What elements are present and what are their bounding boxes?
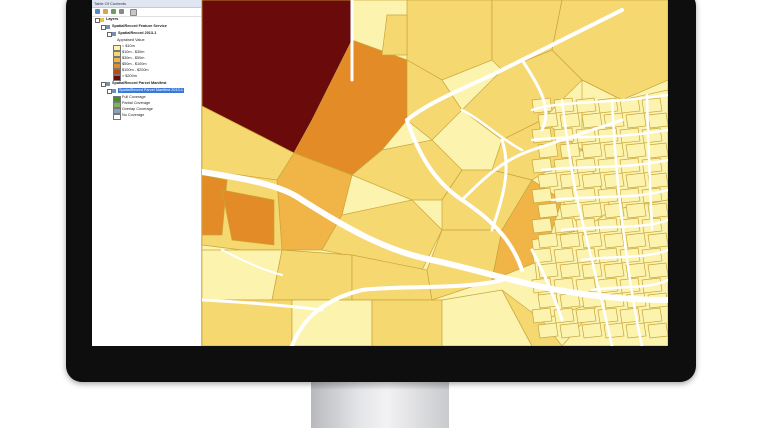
toc-item[interactable]: SpatialRecord Parcel Manifest bbox=[92, 81, 200, 87]
small-parcel[interactable] bbox=[625, 112, 647, 129]
small-parcel[interactable] bbox=[537, 202, 559, 219]
toc-item-label: Partial Coverage bbox=[122, 101, 151, 105]
small-parcel[interactable] bbox=[625, 202, 647, 219]
toc-item-label: Appraised Value bbox=[117, 38, 145, 42]
parcel[interactable] bbox=[202, 249, 283, 301]
stand-shadow bbox=[311, 382, 449, 390]
small-parcel[interactable] bbox=[625, 232, 647, 249]
small-parcel[interactable] bbox=[641, 157, 663, 174]
toc-item[interactable]: No Coverage bbox=[92, 113, 200, 120]
parcel[interactable] bbox=[371, 299, 443, 346]
small-parcel[interactable] bbox=[553, 187, 575, 204]
toc-toolbar bbox=[92, 8, 201, 17]
layer-icon bbox=[112, 89, 116, 93]
small-parcel[interactable] bbox=[559, 322, 581, 339]
monitor-bezel: Table Of Contents Layers SpatialRecord Fe… bbox=[66, 0, 696, 382]
toc-title: Table Of Contents bbox=[92, 0, 201, 8]
small-parcel[interactable] bbox=[603, 262, 625, 279]
toc-item-label: SpatialRecord Parcel Manifest 2013-1 bbox=[118, 88, 184, 93]
small-parcel[interactable] bbox=[531, 187, 553, 204]
small-parcel[interactable] bbox=[575, 97, 597, 114]
small-parcel[interactable] bbox=[531, 217, 553, 234]
small-parcel[interactable] bbox=[647, 322, 668, 339]
small-parcel[interactable] bbox=[575, 217, 597, 234]
map-view[interactable] bbox=[202, 0, 668, 346]
small-parcel[interactable] bbox=[581, 142, 603, 159]
small-parcel[interactable] bbox=[625, 322, 647, 339]
small-parcel[interactable] bbox=[559, 172, 581, 189]
small-parcel[interactable] bbox=[537, 232, 559, 249]
options-icon[interactable] bbox=[130, 9, 137, 16]
list-by-visibility-icon[interactable] bbox=[111, 9, 116, 14]
small-parcel[interactable] bbox=[553, 247, 575, 264]
parcel-map bbox=[202, 0, 668, 346]
small-parcel[interactable] bbox=[641, 97, 663, 114]
layer-icon bbox=[106, 25, 110, 29]
list-by-source-icon[interactable] bbox=[103, 9, 108, 14]
small-parcel[interactable] bbox=[647, 262, 668, 279]
toc-item[interactable]: SpatialRecord 2013-1 bbox=[92, 31, 200, 37]
table-of-contents: Table Of Contents Layers SpatialRecord Fe… bbox=[92, 0, 202, 346]
legend-swatch bbox=[113, 114, 121, 120]
parcel[interactable] bbox=[271, 249, 353, 301]
small-parcel[interactable] bbox=[647, 142, 668, 159]
small-parcel[interactable] bbox=[625, 142, 647, 159]
toc-item-label: SpatialRecord Parcel Manifest bbox=[112, 81, 167, 85]
toc-item[interactable]: SpatialRecord Feature Service bbox=[92, 24, 200, 30]
small-parcel[interactable] bbox=[597, 217, 619, 234]
small-parcel[interactable] bbox=[603, 172, 625, 189]
toc-item[interactable]: Layers bbox=[92, 17, 200, 23]
toc-item-label: < $10m bbox=[122, 44, 135, 48]
small-parcel[interactable] bbox=[641, 307, 663, 324]
small-parcel[interactable] bbox=[537, 172, 559, 189]
small-parcel[interactable] bbox=[537, 112, 559, 129]
layers-folder-icon bbox=[100, 18, 104, 22]
small-parcel[interactable] bbox=[581, 172, 603, 189]
small-parcel[interactable] bbox=[603, 232, 625, 249]
small-parcel[interactable] bbox=[597, 277, 619, 294]
small-parcel[interactable] bbox=[559, 232, 581, 249]
toc-item[interactable]: > $200m bbox=[92, 74, 200, 81]
small-parcel[interactable] bbox=[625, 172, 647, 189]
toc-item-label: Full Coverage bbox=[122, 95, 146, 99]
small-parcel[interactable] bbox=[581, 322, 603, 339]
list-by-drawing-order-icon[interactable] bbox=[95, 9, 100, 14]
small-parcel[interactable] bbox=[531, 307, 553, 324]
toc-item-label: SpatialRecord 2013-1 bbox=[118, 31, 157, 35]
small-parcel[interactable] bbox=[597, 307, 619, 324]
toc-item-label: $10m - $30m bbox=[122, 50, 145, 54]
screen: Table Of Contents Layers SpatialRecord Fe… bbox=[92, 0, 668, 346]
small-parcel[interactable] bbox=[559, 262, 581, 279]
small-parcel[interactable] bbox=[647, 232, 668, 249]
toc-item[interactable]: SpatialRecord Parcel Manifest 2013-1 bbox=[92, 88, 200, 94]
toc-item-label: Overlap Coverage bbox=[122, 107, 153, 111]
layer-icon bbox=[112, 32, 116, 36]
toc-item-label: SpatialRecord Feature Service bbox=[112, 24, 167, 28]
small-parcel[interactable] bbox=[575, 157, 597, 174]
list-by-selection-icon[interactable] bbox=[119, 9, 124, 14]
small-parcel[interactable] bbox=[559, 202, 581, 219]
parcel[interactable] bbox=[202, 299, 293, 346]
toc-item-label: $50m - $100m bbox=[122, 62, 147, 66]
small-parcel[interactable] bbox=[581, 202, 603, 219]
toc-item-label: > $200m bbox=[122, 74, 137, 78]
toc-item-label: $100m - $200m bbox=[122, 68, 149, 72]
layer-icon bbox=[106, 82, 110, 86]
small-parcel[interactable] bbox=[575, 187, 597, 204]
toc-item-label: $30m - $50m bbox=[122, 56, 145, 60]
small-parcel[interactable] bbox=[575, 307, 597, 324]
small-parcel[interactable] bbox=[647, 112, 668, 129]
small-parcel[interactable] bbox=[581, 112, 603, 129]
toc-item-label: No Coverage bbox=[122, 113, 145, 117]
toc-item-label: Layers bbox=[106, 17, 119, 21]
small-parcel[interactable] bbox=[597, 247, 619, 264]
small-parcel[interactable] bbox=[537, 322, 559, 339]
